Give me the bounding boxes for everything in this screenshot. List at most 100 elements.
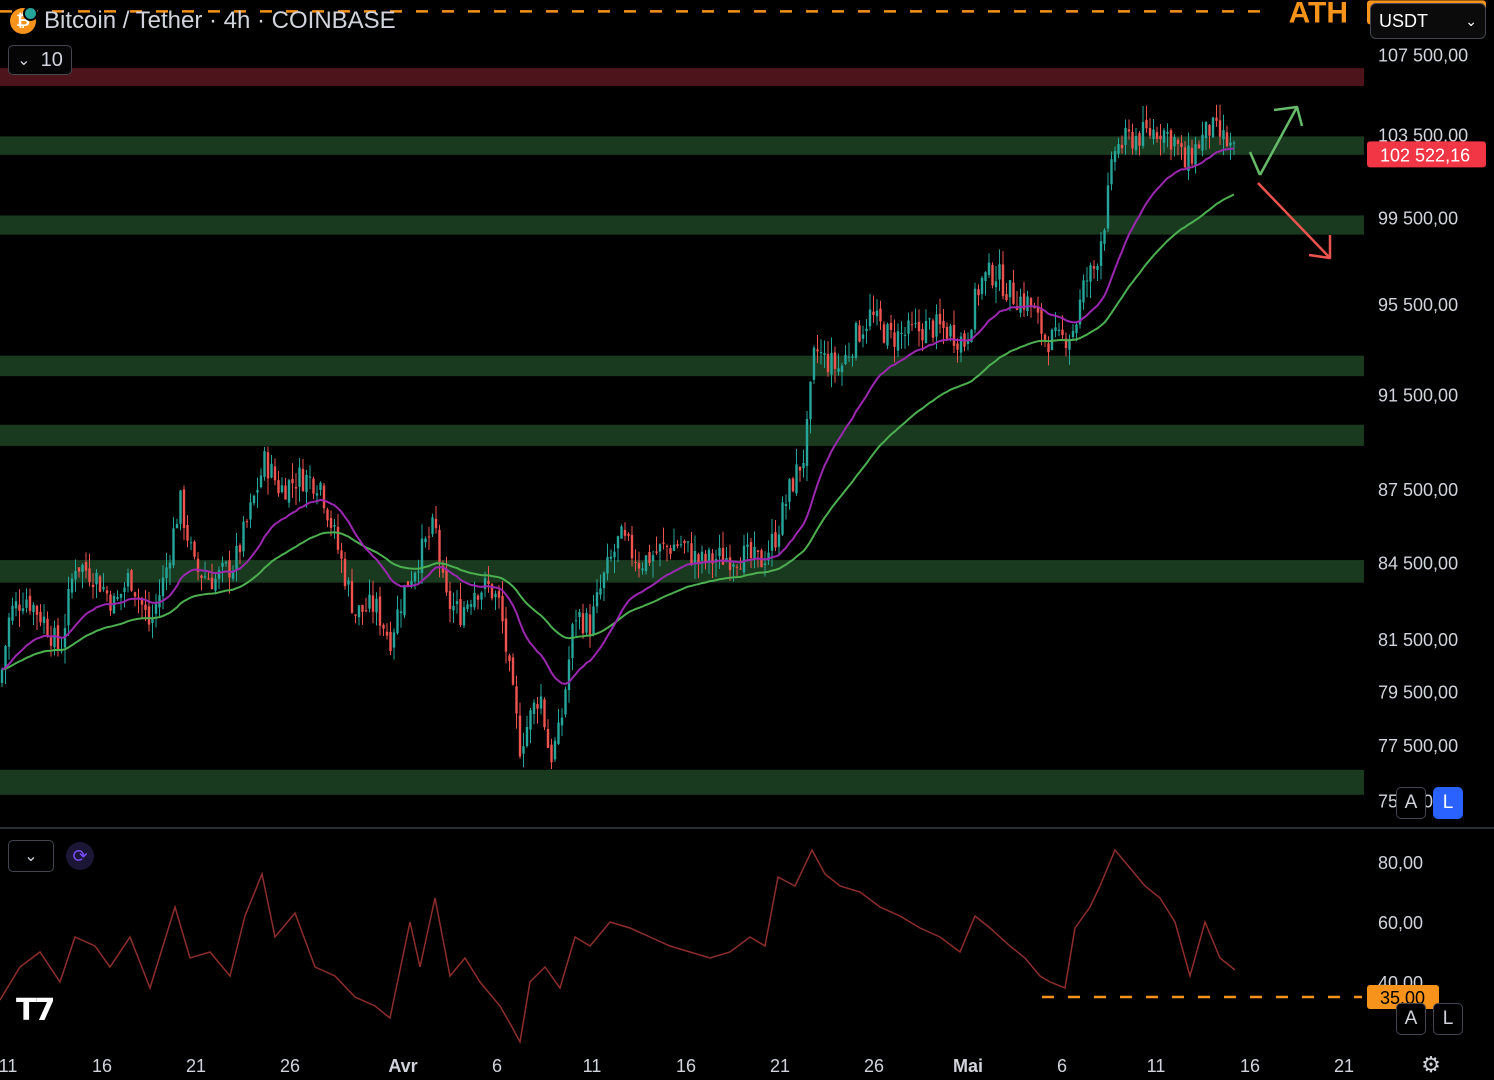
candle-body — [1127, 129, 1131, 132]
candle-body — [564, 689, 567, 715]
candle-body — [746, 544, 749, 547]
candle-body — [1096, 266, 1099, 270]
auto-scale-button[interactable]: A — [1396, 787, 1426, 819]
candle-body — [861, 334, 865, 339]
candle-body — [1131, 132, 1134, 149]
rsi-log-scale-button[interactable]: L — [1433, 1003, 1463, 1035]
tradingview-logo-icon[interactable]: T7 — [16, 993, 55, 1028]
price-tick-label: 107 500,00 — [1378, 45, 1468, 65]
candle-body — [413, 572, 417, 582]
indicators-toggle-button[interactable]: ⌄ 10 — [8, 45, 72, 75]
candle-body — [508, 655, 511, 662]
candle-body — [665, 545, 669, 547]
candle-body — [168, 562, 172, 569]
price-tick-label: 79 500,00 — [1378, 682, 1458, 702]
candle-body — [1201, 134, 1204, 151]
candle-body — [109, 594, 112, 611]
candle-body — [1176, 139, 1180, 144]
candle-body — [312, 478, 315, 494]
candle-body — [1008, 280, 1012, 298]
candle-body — [599, 588, 602, 595]
candle-body — [294, 487, 298, 489]
candle-body — [1026, 296, 1029, 312]
candle-body — [1162, 130, 1166, 143]
log-scale-button[interactable]: L — [1433, 787, 1463, 819]
candle-body — [354, 614, 357, 616]
candle-body — [1155, 132, 1159, 139]
time-tick-label: 16 — [92, 1056, 112, 1076]
candle-body — [308, 476, 312, 478]
candle-body — [326, 509, 329, 521]
candle-body — [67, 588, 70, 626]
candle-body — [350, 580, 354, 613]
candle-body — [165, 567, 168, 578]
candle-body — [147, 606, 151, 625]
candle-body — [179, 490, 182, 524]
candle-body — [1012, 282, 1015, 304]
candle-body — [679, 544, 683, 546]
candle-body — [186, 524, 189, 541]
price-tick-label: 95 500,00 — [1378, 295, 1458, 315]
time-tick-label: 6 — [492, 1056, 502, 1076]
candle-body — [1124, 127, 1127, 145]
candle-body — [928, 318, 931, 320]
candle-body — [546, 728, 550, 748]
candle-body — [529, 710, 532, 730]
candle-body — [700, 551, 704, 561]
symbol-title[interactable]: Bitcoin / Tether · 4h · COINBASE — [44, 7, 396, 35]
candle-body — [1092, 266, 1096, 269]
candle-body — [396, 609, 399, 634]
candle-body — [382, 624, 385, 629]
candle-body — [133, 592, 137, 597]
zone-support-6 — [0, 769, 1364, 795]
currency-select[interactable]: USDT ⌄ — [1370, 3, 1486, 39]
candle-body — [728, 557, 732, 571]
candle-body — [998, 264, 1001, 280]
candle-body — [942, 321, 945, 328]
candle-body — [578, 612, 581, 617]
candle-body — [378, 596, 382, 626]
candle-body — [1159, 135, 1162, 140]
candle-body — [1218, 120, 1222, 137]
candle-body — [497, 590, 501, 598]
candle-body — [595, 592, 599, 607]
candle-body — [844, 354, 847, 364]
candle-body — [242, 521, 245, 552]
arrow-up-tail — [1248, 151, 1262, 176]
chart-canvas[interactable]: ATH107 500,00103 500,0099 500,0095 500,0… — [0, 0, 1494, 1080]
candle-body — [385, 631, 389, 636]
candle-body — [784, 504, 788, 507]
zone-resistance-0 — [0, 68, 1364, 86]
rsi-auto-scale-button[interactable]: A — [1396, 1003, 1426, 1035]
candle-body — [620, 526, 623, 539]
candle-body — [256, 489, 259, 493]
candle-body — [1190, 147, 1194, 164]
chevron-down-icon: ⌄ — [1465, 12, 1477, 29]
sync-icon[interactable]: ⟳ — [66, 842, 94, 870]
candle-body — [417, 571, 420, 573]
candle-body — [539, 696, 543, 709]
candle-body — [1194, 144, 1197, 166]
candle-body — [305, 474, 308, 493]
candle-body — [1152, 129, 1155, 139]
candle-body — [343, 558, 347, 587]
candle-body — [847, 356, 851, 358]
candle-body — [1001, 264, 1005, 297]
time-tick-label: 11 — [583, 1056, 602, 1076]
candle-body — [375, 598, 378, 613]
candle-body — [875, 310, 879, 317]
settings-gear-icon[interactable]: ⚙ — [1418, 1052, 1444, 1078]
candle-body — [81, 564, 84, 573]
candle-body — [476, 595, 480, 600]
candle-body — [557, 722, 560, 744]
candle-body — [1204, 121, 1208, 139]
candle-body — [21, 608, 25, 612]
candle-body — [756, 550, 760, 553]
candle-body — [1134, 135, 1138, 151]
candle-body — [245, 521, 249, 523]
candle-body — [543, 699, 546, 728]
rsi-collapse-button[interactable]: ⌄ — [8, 840, 54, 872]
candle-body — [154, 604, 158, 614]
candle-body — [347, 580, 350, 585]
candle-body — [469, 604, 473, 607]
